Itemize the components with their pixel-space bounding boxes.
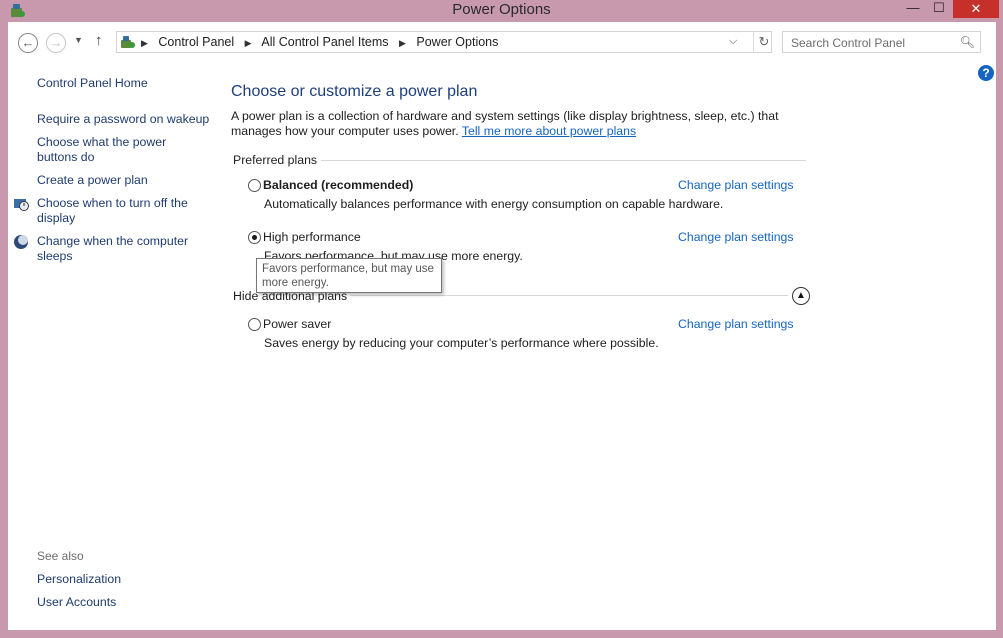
sidebar-item-create-plan[interactable]: Create a power plan <box>37 173 217 188</box>
page-title: Choose or customize a power plan <box>231 83 478 100</box>
breadcrumb-separator-icon[interactable]: ▶ <box>245 38 252 48</box>
high-performance-change-settings-link[interactable]: Change plan settings <box>678 230 794 244</box>
address-bar[interactable]: ▶ Control Panel ▶ All Control Panel Item… <box>116 31 772 53</box>
breadcrumb: ▶ Control Panel ▶ All Control Panel Item… <box>139 35 498 49</box>
address-history-chevron-icon[interactable]: ⌵ <box>729 35 737 48</box>
plan-name-balanced[interactable]: Balanced (recommended) <box>263 178 413 192</box>
window-client: ← → ▼ ↑ ▶ Control Panel ▶ All Control Pa… <box>8 22 996 630</box>
see-also-user-accounts[interactable]: User Accounts <box>37 595 116 610</box>
breadcrumb-power-options[interactable]: Power Options <box>416 35 498 49</box>
search-icon[interactable]: 🔍︎ <box>960 35 975 49</box>
window-bottom-border <box>0 630 1003 638</box>
sidebar-item-computer-sleeps[interactable]: Change when the computer sleeps <box>37 234 197 264</box>
search-input[interactable] <box>789 33 963 53</box>
control-panel-icon <box>121 36 135 48</box>
display-clock-icon <box>14 199 29 211</box>
maximize-button[interactable]: ☐ <box>927 0 951 18</box>
minimize-button[interactable]: — <box>900 0 926 18</box>
collapse-chevron-up-icon[interactable]: ▲ <box>792 287 810 305</box>
sidebar-control-panel-home[interactable]: Control Panel Home <box>37 76 148 91</box>
preferred-plans-header: Preferred plans <box>233 153 318 167</box>
sidebar-item-display-off[interactable]: Choose when to turn off the display <box>37 196 197 226</box>
plan-desc-balanced: Automatically balances performance with … <box>264 197 724 211</box>
navigation-bar: ← → ▼ ↑ ▶ Control Panel ▶ All Control Pa… <box>8 22 996 64</box>
sleep-moon-icon <box>14 235 28 249</box>
breadcrumb-all-items[interactable]: All Control Panel Items <box>261 35 388 49</box>
breadcrumb-separator-icon[interactable]: ▶ <box>399 38 406 48</box>
plan-name-high-performance[interactable]: High performance <box>263 230 361 244</box>
power-saver-radio[interactable] <box>248 318 261 331</box>
window-title: Power Options <box>452 1 551 18</box>
learn-more-link[interactable]: Tell me more about power plans <box>462 124 636 138</box>
up-button[interactable]: ↑ <box>95 32 103 49</box>
plan-desc-power-saver: Saves energy by reducing your computer’s… <box>264 336 659 350</box>
forward-button[interactable]: → <box>46 33 66 53</box>
see-also-personalization[interactable]: Personalization <box>37 572 121 587</box>
title-bar: Power Options — ☐ ✕ <box>0 0 1003 22</box>
back-button[interactable]: ← <box>18 33 38 53</box>
breadcrumb-control-panel[interactable]: Control Panel <box>158 35 234 49</box>
see-also-heading: See also <box>37 549 84 563</box>
balanced-radio[interactable] <box>248 179 261 192</box>
preferred-plans-divider <box>321 160 806 161</box>
additional-plans-divider <box>350 295 788 296</box>
high-performance-radio[interactable] <box>248 231 261 244</box>
sidebar-item-power-buttons[interactable]: Choose what the power buttons do <box>37 135 177 165</box>
power-saver-change-settings-link[interactable]: Change plan settings <box>678 317 794 331</box>
search-box: 🔍︎ <box>782 31 981 53</box>
refresh-icon[interactable]: ↻ <box>753 32 774 52</box>
breadcrumb-separator-icon[interactable]: ▶ <box>141 38 148 48</box>
tooltip: Favors performance, but may use more ene… <box>256 258 442 293</box>
close-button[interactable]: ✕ <box>953 0 999 18</box>
balanced-change-settings-link[interactable]: Change plan settings <box>678 178 794 192</box>
page-description: A power plan is a collection of hardware… <box>231 109 821 139</box>
recent-locations-dropdown[interactable]: ▼ <box>74 35 83 45</box>
plan-name-power-saver[interactable]: Power saver <box>263 317 331 331</box>
help-icon[interactable]: ? <box>978 65 994 81</box>
sidebar-item-require-password[interactable]: Require a password on wakeup <box>37 112 217 127</box>
